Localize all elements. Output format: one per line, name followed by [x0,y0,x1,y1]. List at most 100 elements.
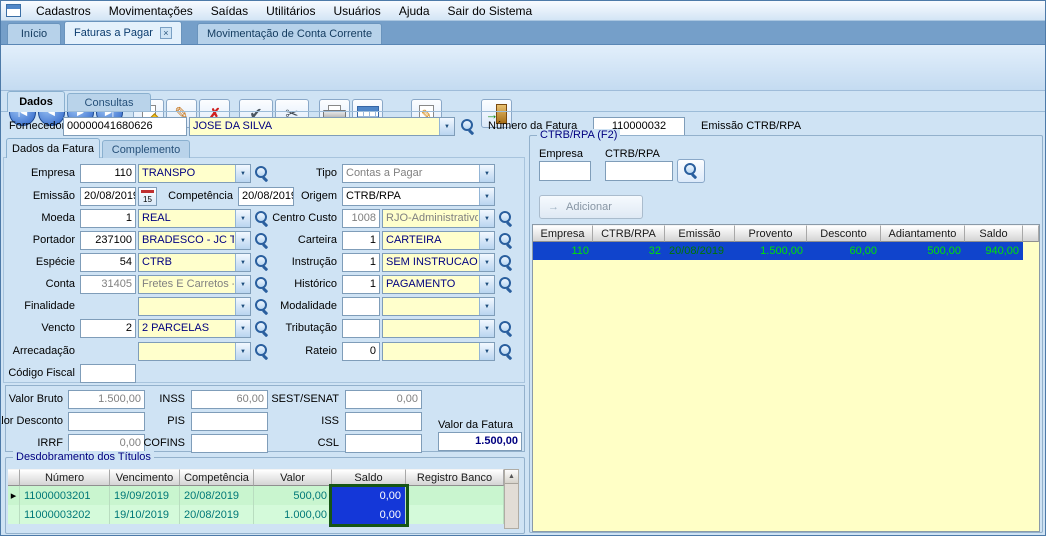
col-registro-banco[interactable]: Registro Banco [406,469,504,486]
chevron-down-icon[interactable]: ▼ [479,343,494,360]
modalidade-code-field[interactable] [342,297,380,316]
rateio-code-field[interactable]: 0 [342,342,380,361]
historico-lookup-icon[interactable] [497,276,514,293]
adicionar-button[interactable]: → Adicionar [539,195,643,219]
emissao-field[interactable]: 20/08/2019 [80,187,136,206]
portador-combo[interactable]: BRADESCO - JC TH ▼ [138,231,251,250]
chevron-down-icon[interactable]: ▼ [235,343,250,360]
col-saldo[interactable]: Saldo [965,225,1023,242]
moeda-lookup-icon[interactable] [253,210,270,227]
empresa-combo[interactable]: TRANSPO ▼ [138,164,251,183]
menu-usuarios[interactable]: Usuários [324,1,389,21]
competencia-field[interactable]: 20/08/2019 [238,187,294,206]
portador-code-field[interactable]: 237100 [80,231,136,250]
fornecedor-code-field[interactable]: 00000041680626 [63,117,187,136]
chevron-down-icon[interactable]: ▼ [235,232,250,249]
rateio-combo[interactable]: ▼ [382,342,495,361]
table-row[interactable]: 11000003202 19/10/2019 20/08/2019 1.000,… [8,505,504,524]
tributacao-code-field[interactable] [342,319,380,338]
tab-dados[interactable]: Dados [7,91,65,112]
vencto-combo[interactable]: 2 PARCELAS ▼ [138,319,251,338]
tab-dados-da-fatura[interactable]: Dados da Fatura [6,138,100,158]
col-desconto[interactable]: Desconto [807,225,881,242]
carteira-combo[interactable]: CARTEIRA ▼ [382,231,495,250]
moeda-combo[interactable]: REAL ▼ [138,209,251,228]
tributacao-combo[interactable]: ▼ [382,319,495,338]
vencto-lookup-icon[interactable] [253,320,270,337]
chevron-down-icon[interactable]: ▼ [479,232,494,249]
col-ctrb-rpa[interactable]: CTRB/RPA [593,225,665,242]
historico-code-field[interactable]: 1 [342,275,380,294]
carteira-lookup-icon[interactable] [497,232,514,249]
chevron-down-icon[interactable]: ▼ [479,210,494,227]
close-tab-icon[interactable]: × [160,27,172,39]
fornecedor-lookup-icon[interactable] [459,118,476,135]
origem-combo[interactable]: CTRB/RPA ▼ [342,187,495,206]
calendar-icon[interactable]: 15 [138,187,157,206]
table-row[interactable]: ▸ 11000003201 19/09/2019 20/08/2019 500,… [8,486,504,505]
col-provento[interactable]: Provento [735,225,807,242]
empresa-lookup-icon[interactable] [253,165,270,182]
chevron-down-icon[interactable]: ▼ [479,188,494,205]
chevron-down-icon[interactable]: ▼ [479,254,494,271]
empresa-code-field[interactable]: 110 [80,164,136,183]
chevron-down-icon[interactable]: ▼ [235,276,250,293]
rateio-lookup-icon[interactable] [497,343,514,360]
chevron-down-icon[interactable]: ▼ [479,298,494,315]
ctrb-lookup-button[interactable] [677,159,705,183]
instrucao-combo[interactable]: SEM INSTRUCAO ▼ [382,253,495,272]
carteira-code-field[interactable]: 1 [342,231,380,250]
col-emissao[interactable]: Emissão [665,225,735,242]
chevron-down-icon[interactable]: ▼ [479,276,494,293]
chevron-down-icon[interactable]: ▼ [479,320,494,337]
conta-lookup-icon[interactable] [253,276,270,293]
conta-code-field[interactable]: 31405 [80,275,136,294]
chevron-down-icon[interactable]: ▼ [235,320,250,337]
chevron-down-icon[interactable]: ▼ [235,254,250,271]
especie-code-field[interactable]: 54 [80,253,136,272]
centro-custo-code-field[interactable]: 1008 [342,209,380,228]
col-numero[interactable]: Número [20,469,110,486]
table-row[interactable]: 110 32 20/08/2019 1.500,00 60,00 500,00 … [533,242,1023,260]
fornecedor-combo[interactable]: JOSE DA SILVA ▼ [189,117,455,136]
col-saldo[interactable]: Saldo [332,469,406,486]
pis-field[interactable] [191,412,268,431]
centro-custo-lookup-icon[interactable] [497,210,514,227]
especie-combo[interactable]: CTRB ▼ [138,253,251,272]
moeda-code-field[interactable]: 1 [80,209,136,228]
menu-movimentacoes[interactable]: Movimentações [100,1,202,21]
especie-lookup-icon[interactable] [253,254,270,271]
scroll-up-icon[interactable]: ▲ [505,470,518,484]
portador-lookup-icon[interactable] [253,232,270,249]
menu-utilitarios[interactable]: Utilitários [257,1,324,21]
tipo-combo[interactable]: Contas a Pagar ▼ [342,164,495,183]
finalidade-lookup-icon[interactable] [253,298,270,315]
centro-custo-combo[interactable]: RJO-Administrativo ▼ [382,209,495,228]
menu-ajuda[interactable]: Ajuda [390,1,439,21]
vencto-code-field[interactable]: 2 [80,319,136,338]
tab-complemento[interactable]: Complemento [102,140,190,158]
chevron-down-icon[interactable]: ▼ [235,210,250,227]
arrecadacao-lookup-icon[interactable] [253,343,270,360]
valor-desconto-field[interactable] [68,412,145,431]
chevron-down-icon[interactable]: ▼ [439,118,454,135]
tab-faturas-a-pagar[interactable]: Faturas a Pagar × [64,21,182,44]
tab-consultas[interactable]: Consultas [67,93,151,112]
chevron-down-icon[interactable]: ▼ [235,165,250,182]
col-adiantamento[interactable]: Adiantamento [881,225,965,242]
vertical-scrollbar[interactable]: ▲ [504,469,519,529]
csl-field[interactable] [345,434,422,453]
conta-combo[interactable]: Fretes E Carretos - ▼ [138,275,251,294]
modalidade-combo[interactable]: ▼ [382,297,495,316]
menu-sair-do-sistema[interactable]: Sair do Sistema [439,1,542,21]
instrucao-lookup-icon[interactable] [497,254,514,271]
tributacao-lookup-icon[interactable] [497,320,514,337]
ctrb-rpa-field[interactable] [605,161,673,181]
historico-combo[interactable]: PAGAMENTO ▼ [382,275,495,294]
codigo-fiscal-field[interactable] [80,364,136,383]
finalidade-combo[interactable]: ▼ [138,297,251,316]
ctrb-empresa-field[interactable] [539,161,591,181]
cofins-field[interactable] [191,434,268,453]
tab-inicio[interactable]: Início [7,23,61,44]
chevron-down-icon[interactable]: ▼ [479,165,494,182]
